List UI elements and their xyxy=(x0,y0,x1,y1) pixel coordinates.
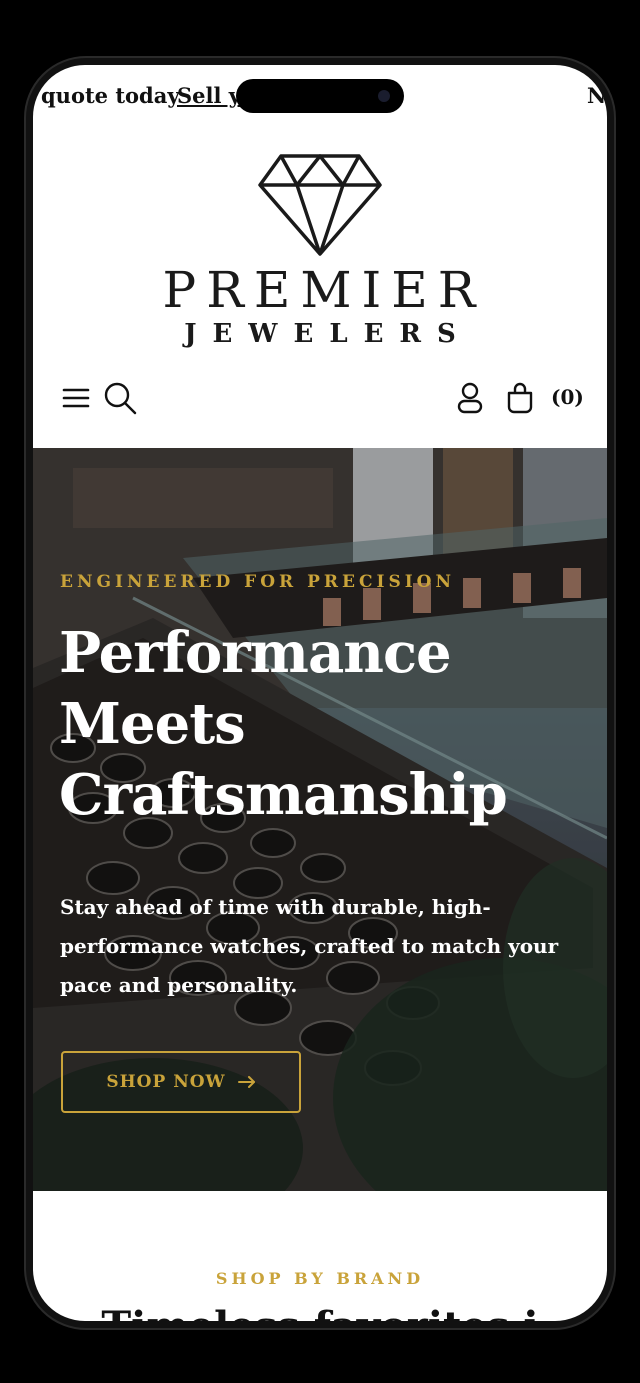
dynamic-island xyxy=(236,79,404,113)
announcement-text-next: N xyxy=(587,83,607,108)
hamburger-icon[interactable] xyxy=(59,381,93,415)
diamond-icon[interactable] xyxy=(257,153,383,257)
hero-banner: ENGINEERED FOR PRECISION Performance Mee… xyxy=(33,448,607,1191)
brand-name: PREMIER xyxy=(162,261,486,319)
screen: quote today Sell y N PREMIER JEWELERS (0… xyxy=(33,65,607,1321)
hero-eyebrow: ENGINEERED FOR PRECISION xyxy=(60,572,456,592)
shop-now-button[interactable]: SHOP NOW xyxy=(61,1051,301,1113)
shop-now-label: SHOP NOW xyxy=(106,1072,226,1092)
cart-count[interactable]: (0) xyxy=(551,385,584,409)
search-icon[interactable] xyxy=(103,381,137,415)
user-icon[interactable] xyxy=(453,381,487,415)
shop-by-brand-eyebrow: SHOP BY BRAND xyxy=(215,1269,425,1288)
arrow-right-icon xyxy=(237,1076,255,1088)
announcement-text: quote today xyxy=(41,83,180,108)
camera-icon xyxy=(378,90,390,102)
hero-description: Stay ahead of time with durable, high-pe… xyxy=(60,895,559,997)
announcement-link[interactable]: Sell y xyxy=(177,83,241,108)
brand-subtitle: JEWELERS xyxy=(184,319,472,349)
hero-title: Performance Meets Craftsmanship xyxy=(59,620,508,828)
bag-icon[interactable] xyxy=(503,381,537,415)
shop-by-brand-heading: Timeless favorites i xyxy=(33,1303,607,1321)
